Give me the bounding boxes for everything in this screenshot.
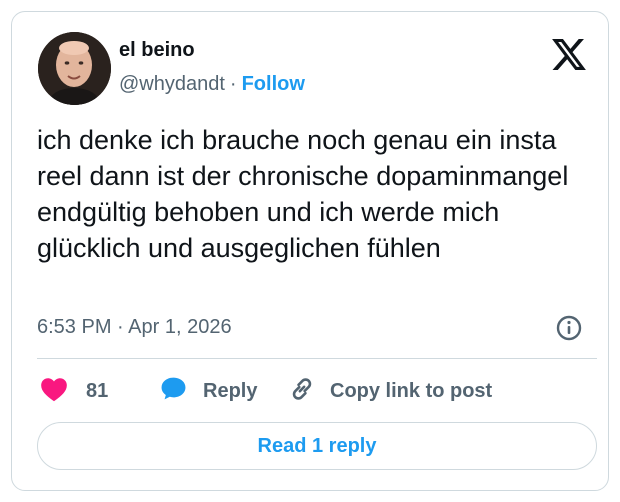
like-count: 81 xyxy=(86,379,109,402)
read-replies-button[interactable]: Read 1 reply xyxy=(37,422,597,470)
reply-label: Reply xyxy=(203,379,258,402)
avatar[interactable] xyxy=(38,32,111,105)
reply-button[interactable]: Reply xyxy=(160,375,257,407)
x-logo-icon[interactable] xyxy=(552,39,586,70)
follow-link[interactable]: Follow xyxy=(242,73,305,95)
handle-row: @whydandt · Follow xyxy=(119,73,305,96)
author-name[interactable]: el beino xyxy=(119,39,195,62)
timestamp-link[interactable]: 6:53 PM · Apr 1, 2026 xyxy=(37,316,232,339)
avatar-image xyxy=(38,32,111,105)
handle-separator: · xyxy=(229,73,237,95)
divider xyxy=(37,358,597,359)
copy-link-label: Copy link to post xyxy=(330,379,493,402)
heart-icon xyxy=(40,376,68,407)
tweet-text: ich denke ich brauche noch genau ein ins… xyxy=(37,125,569,263)
speech-bubble-icon xyxy=(160,376,187,406)
author-handle[interactable]: @whydandt xyxy=(119,73,225,95)
link-icon xyxy=(288,375,316,408)
like-button[interactable]: 81 xyxy=(40,375,108,407)
info-icon[interactable] xyxy=(555,314,583,342)
tweet-card: el beino @whydandt · Follow ich denke ich … xyxy=(11,11,609,491)
copy-link-button[interactable]: Copy link to post xyxy=(288,375,492,407)
read-replies-label: Read 1 reply xyxy=(257,434,377,457)
